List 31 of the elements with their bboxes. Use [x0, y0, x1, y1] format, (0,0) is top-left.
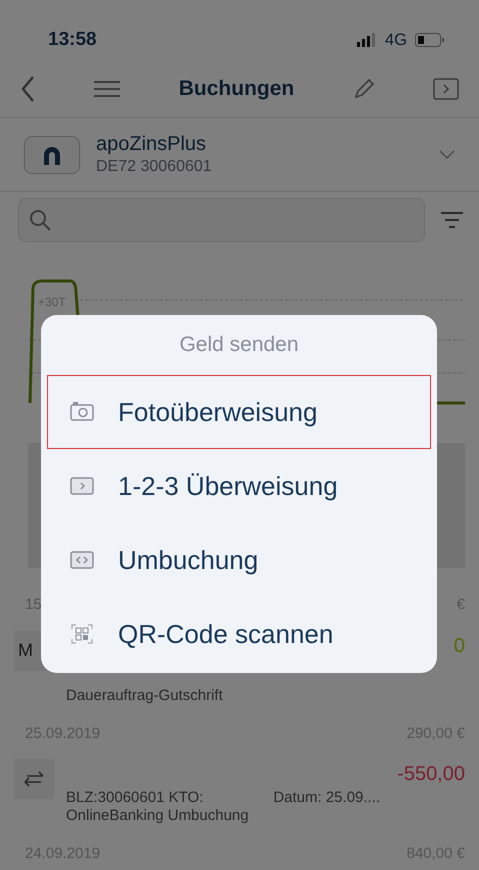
- booking-detail: BLZ:30060601 KTO:: [66, 789, 204, 807]
- forward-icon[interactable]: [433, 78, 459, 100]
- booking-description: OnlineBanking Umbuchung: [66, 807, 250, 825]
- search-icon: [29, 209, 51, 231]
- booking-amount: 0: [454, 634, 465, 658]
- page-title: Buchungen: [178, 76, 294, 102]
- swap-arrows-icon: [23, 771, 45, 787]
- filter-icon[interactable]: [441, 211, 463, 229]
- menu-icon[interactable]: [94, 80, 120, 98]
- chevron-down-icon[interactable]: [439, 150, 455, 160]
- account-name: apoZinsPlus: [96, 132, 208, 157]
- booking-description: Dauerauftrag-Gutschrift: [66, 686, 224, 704]
- forward-icon: [70, 475, 94, 497]
- network-label: 4G: [384, 28, 407, 51]
- signal-icon: [356, 33, 377, 47]
- back-icon[interactable]: [20, 74, 36, 102]
- booking-amount: -550,00: [397, 762, 465, 787]
- battery-icon: [415, 33, 445, 47]
- menu-item[interactable]: Fotoüberweisung: [47, 375, 431, 449]
- dialog-title: Geld senden: [178, 332, 300, 358]
- account-iban: DE72 30060601: [96, 157, 213, 177]
- menu-item[interactable]: 1-2-3 Überweisung: [47, 449, 431, 523]
- day-total: €: [456, 595, 465, 615]
- camera-icon: [70, 401, 94, 423]
- pencil-icon[interactable]: [352, 78, 375, 100]
- qr-code-icon: [70, 623, 94, 645]
- booking-date: Datum: 25.09....: [273, 789, 380, 807]
- swap-icon: [70, 549, 94, 571]
- menu-item[interactable]: Umbuchung: [47, 523, 431, 597]
- status-time: 13:58: [48, 28, 97, 52]
- search-field[interactable]: [18, 198, 425, 242]
